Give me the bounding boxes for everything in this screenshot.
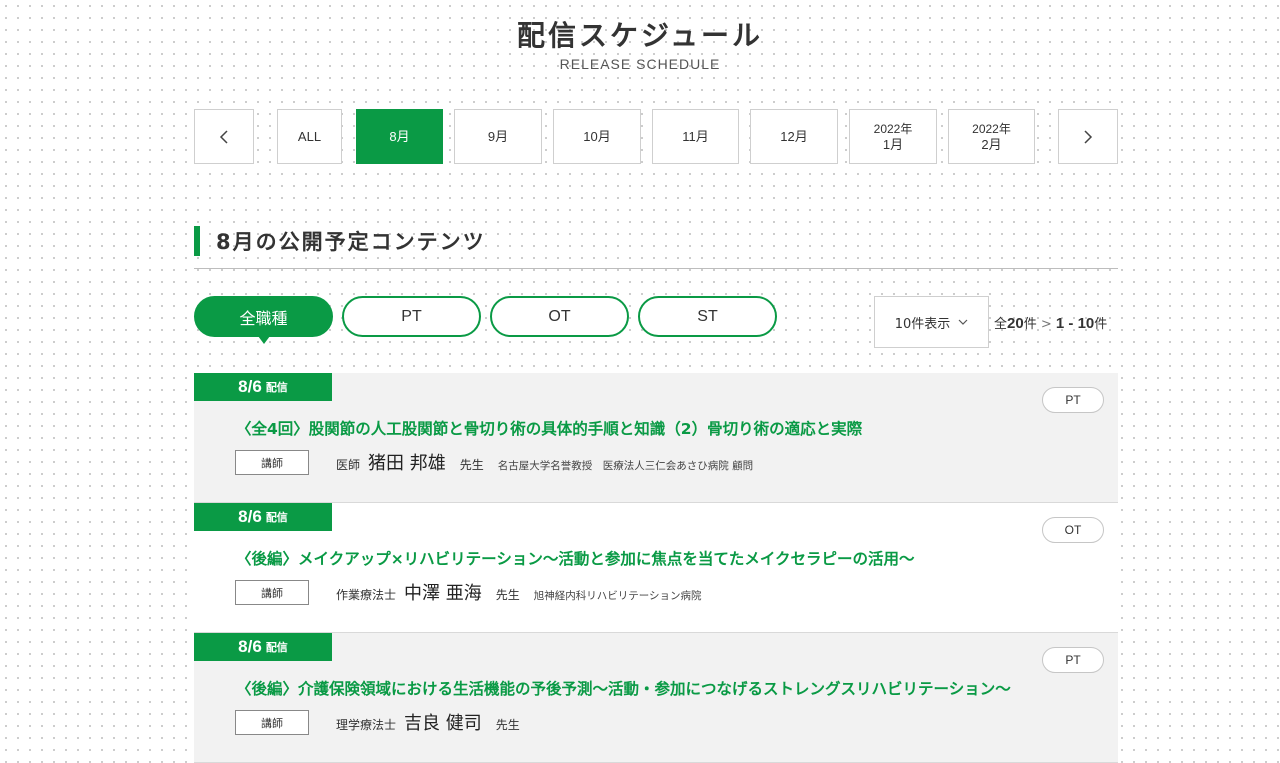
chevron-right-icon xyxy=(1084,129,1093,144)
release-date: 8/6 xyxy=(238,507,262,526)
per-page-label: 10件表示 xyxy=(894,316,951,332)
count-prefix: 全 xyxy=(994,317,1008,332)
release-date-suffix: 配信 xyxy=(265,381,288,394)
month-tab-line1: 9月 xyxy=(487,128,509,144)
month-tab-line2: 2月 xyxy=(981,136,1002,152)
lecturer-name: 吉良 健司 xyxy=(404,713,482,734)
list-item[interactable]: 8/6 配信 PT 〈全4回〉股関節の人工股関節と骨切り術の具体的手順と知識（2… xyxy=(194,373,1118,503)
filter-ot[interactable]: OT xyxy=(490,296,629,337)
page-title: 配信スケジュール xyxy=(516,19,764,52)
result-count: 全20件 > 1 - 10件 xyxy=(994,313,1107,332)
release-date: 8/6 xyxy=(238,377,262,396)
lecturer-info: 作業療法士 中澤 亜海 先生 旭神経内科リハビリテーション病院 xyxy=(336,579,702,605)
month-tab-aug[interactable]: 8月 xyxy=(356,109,443,164)
list-item[interactable]: 8/6 配信 OT 〈後編〉メイクアップ×リハビリテーション〜活動と参加に焦点を… xyxy=(194,503,1118,633)
active-filter-pointer xyxy=(258,336,270,344)
lecturer-honorific: 先生 xyxy=(459,458,484,472)
month-tab-line1: 12月 xyxy=(780,128,808,144)
section-title: 8月の公開予定コンテンツ xyxy=(216,230,486,254)
month-tab-oct[interactable]: 10月 xyxy=(553,109,641,164)
lecturer-role: 理学療法士 xyxy=(336,718,397,732)
lecturer-name: 中澤 亜海 xyxy=(404,583,482,604)
release-date-suffix: 配信 xyxy=(265,641,288,654)
lecturer-role: 医師 xyxy=(336,458,361,472)
content-title-link[interactable]: 〈全4回〉股関節の人工股関節と骨切り術の具体的手順と知識（2）骨切り術の適応と実… xyxy=(236,417,862,439)
section-header: 8月の公開予定コンテンツ xyxy=(194,226,1118,269)
count-separator: > xyxy=(1040,317,1052,332)
category-badge: OT xyxy=(1042,517,1104,543)
lecturer-affiliation: 名古屋大学名誉教授 医療法人三仁会あさひ病院 顧問 xyxy=(497,460,754,472)
month-tab-2022-jan[interactable]: 2022年 1月 xyxy=(849,109,937,164)
month-tab-line1: ALL xyxy=(297,128,322,144)
month-tab-line1: 8月 xyxy=(389,128,410,144)
month-navigation: ALL 8月 9月 10月 11月 12月 2022年 1月 2022年 2月 xyxy=(0,109,1280,165)
month-tab-sep[interactable]: 9月 xyxy=(454,109,542,164)
count-range: 1 - 10 xyxy=(1055,315,1095,332)
per-page-select[interactable]: 10件表示 xyxy=(874,296,989,348)
month-tab-line2: 1月 xyxy=(882,136,904,152)
lecturer-label: 講師 xyxy=(235,450,309,475)
filter-label: PT xyxy=(401,307,422,325)
lecturer-label: 講師 xyxy=(235,580,309,605)
section-accent-bar xyxy=(194,226,200,256)
category-badge: PT xyxy=(1042,387,1104,413)
filter-label: ST xyxy=(697,307,718,325)
release-date-tag: 8/6 配信 xyxy=(194,373,332,401)
filter-label: OT xyxy=(548,307,571,325)
filter-st[interactable]: ST xyxy=(638,296,777,337)
filter-all-professions[interactable]: 全職種 xyxy=(194,296,333,337)
lecturer-honorific: 先生 xyxy=(495,588,520,602)
lecturer-name: 猪田 邦雄 xyxy=(368,453,446,474)
page-subtitle: RELEASE SCHEDULE xyxy=(559,56,721,72)
count-unit: 件 xyxy=(1023,317,1037,332)
month-tab-dec[interactable]: 12月 xyxy=(750,109,838,164)
month-tab-line1: 10月 xyxy=(583,128,611,144)
filter-pt[interactable]: PT xyxy=(342,296,481,337)
next-month-button[interactable] xyxy=(1058,109,1118,164)
month-tab-nov[interactable]: 11月 xyxy=(652,109,739,164)
lecturer-label: 講師 xyxy=(235,710,309,735)
lecturer-role: 作業療法士 xyxy=(336,588,397,602)
lecturer-honorific: 先生 xyxy=(495,718,520,732)
month-tab-line1: 11月 xyxy=(682,128,709,144)
list-item[interactable]: 8/6 配信 PT 〈後編〉介護保険領域における生活機能の予後予測〜活動・参加に… xyxy=(194,633,1118,763)
prev-month-button[interactable] xyxy=(194,109,254,164)
release-date-tag: 8/6 配信 xyxy=(194,633,332,661)
category-badge: PT xyxy=(1042,647,1104,673)
schedule-list: 8/6 配信 PT 〈全4回〉股関節の人工股関節と骨切り術の具体的手順と知識（2… xyxy=(194,373,1118,763)
release-date: 8/6 xyxy=(238,637,262,656)
release-date-suffix: 配信 xyxy=(265,511,288,524)
release-date-tag: 8/6 配信 xyxy=(194,503,332,531)
month-tab-all[interactable]: ALL xyxy=(277,109,342,164)
content-title-link[interactable]: 〈後編〉メイクアップ×リハビリテーション〜活動と参加に焦点を当てたメイクセラピー… xyxy=(236,547,915,569)
chevron-down-icon xyxy=(958,319,968,325)
month-tab-2022-feb[interactable]: 2022年 2月 xyxy=(948,109,1035,164)
month-tab-line1: 2022年 xyxy=(972,121,1011,136)
count-total: 20 xyxy=(1007,315,1024,332)
count-unit: 件 xyxy=(1094,317,1108,332)
chevron-left-icon xyxy=(219,129,228,144)
filter-label: 全職種 xyxy=(239,308,288,328)
lecturer-info: 医師 猪田 邦雄 先生 名古屋大学名誉教授 医療法人三仁会あさひ病院 顧問 xyxy=(336,449,753,475)
month-tab-line1: 2022年 xyxy=(873,121,913,136)
content-title-link[interactable]: 〈後編〉介護保険領域における生活機能の予後予測〜活動・参加につなげるストレングス… xyxy=(236,677,1011,699)
lecturer-affiliation: 旭神経内科リハビリテーション病院 xyxy=(533,590,702,602)
lecturer-info: 理学療法士 吉良 健司 先生 xyxy=(336,709,534,735)
